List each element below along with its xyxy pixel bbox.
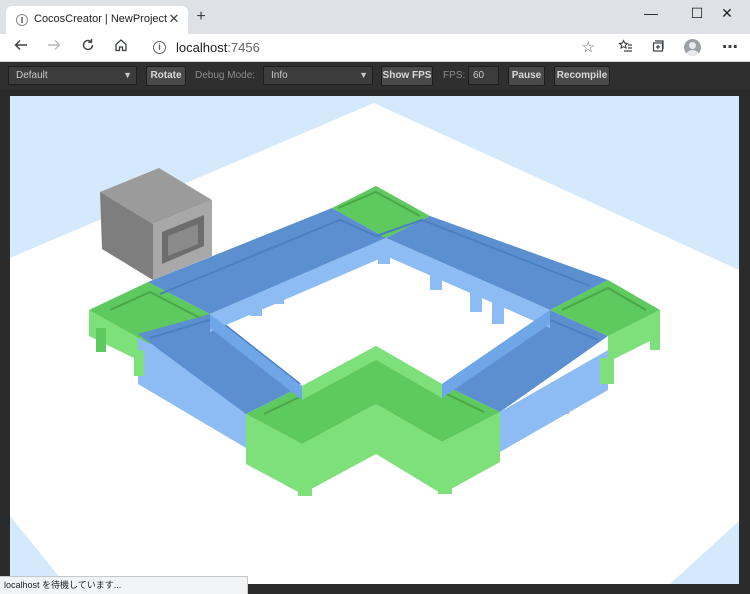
debug-mode-value: Info xyxy=(271,70,288,81)
tab-close-icon[interactable]: ✕ xyxy=(166,11,182,27)
game-canvas[interactable] xyxy=(10,96,739,584)
url-text: localhost:7456 xyxy=(176,40,260,55)
close-window-button[interactable]: ✕ xyxy=(704,0,750,28)
window-bottom-edge xyxy=(248,586,750,594)
minimize-button[interactable]: — xyxy=(628,0,674,28)
info-icon[interactable]: i xyxy=(153,41,166,54)
tab-title: CocosCreator | NewProject xyxy=(34,13,168,25)
scene-select-value: Default xyxy=(16,70,48,81)
reload-icon[interactable] xyxy=(77,37,99,59)
url-port: :7456 xyxy=(227,40,260,55)
scene-render xyxy=(10,103,739,584)
tab-strip: CocosCreator | NewProject ✕ + — ☐ ✕ xyxy=(0,0,750,34)
url-host: localhost xyxy=(176,40,228,55)
show-fps-button[interactable]: Show FPS xyxy=(381,66,433,86)
more-menu-icon[interactable]: ⋯ xyxy=(719,37,741,59)
chevron-down-icon: ▼ xyxy=(123,70,132,80)
new-tab-button[interactable]: + xyxy=(192,8,210,26)
home-icon[interactable] xyxy=(110,37,132,59)
browser-toolbar: i localhost:7456 ☆ ⋯ xyxy=(0,34,750,62)
fps-input[interactable]: 60 xyxy=(468,66,499,85)
scene-select[interactable]: Default ▼ xyxy=(8,66,137,85)
profile-avatar-icon[interactable] xyxy=(684,39,701,56)
address-bar[interactable]: i localhost:7456 ☆ xyxy=(143,36,603,60)
back-arrow-icon[interactable] xyxy=(10,37,32,59)
preview-toolbar: Default ▼ Rotate Debug Mode: Info ▼ Show… xyxy=(0,62,750,89)
rotate-button[interactable]: Rotate xyxy=(146,66,186,86)
debug-mode-label: Debug Mode: xyxy=(195,70,256,81)
pause-button[interactable]: Pause xyxy=(508,66,545,86)
star-icon[interactable]: ☆ xyxy=(582,38,595,56)
browser-tab[interactable]: CocosCreator | NewProject ✕ xyxy=(6,6,188,34)
chevron-down-icon: ▼ xyxy=(359,70,368,80)
page-favicon-icon xyxy=(16,14,28,26)
status-bubble: localhost を待機しています... xyxy=(0,576,248,594)
favorites-list-icon[interactable] xyxy=(614,37,636,59)
debug-mode-select[interactable]: Info ▼ xyxy=(263,66,373,85)
recompile-button[interactable]: Recompile xyxy=(554,66,610,86)
collections-icon[interactable] xyxy=(647,37,669,59)
forward-arrow-icon[interactable] xyxy=(43,37,65,59)
fps-label: FPS: xyxy=(443,70,466,81)
